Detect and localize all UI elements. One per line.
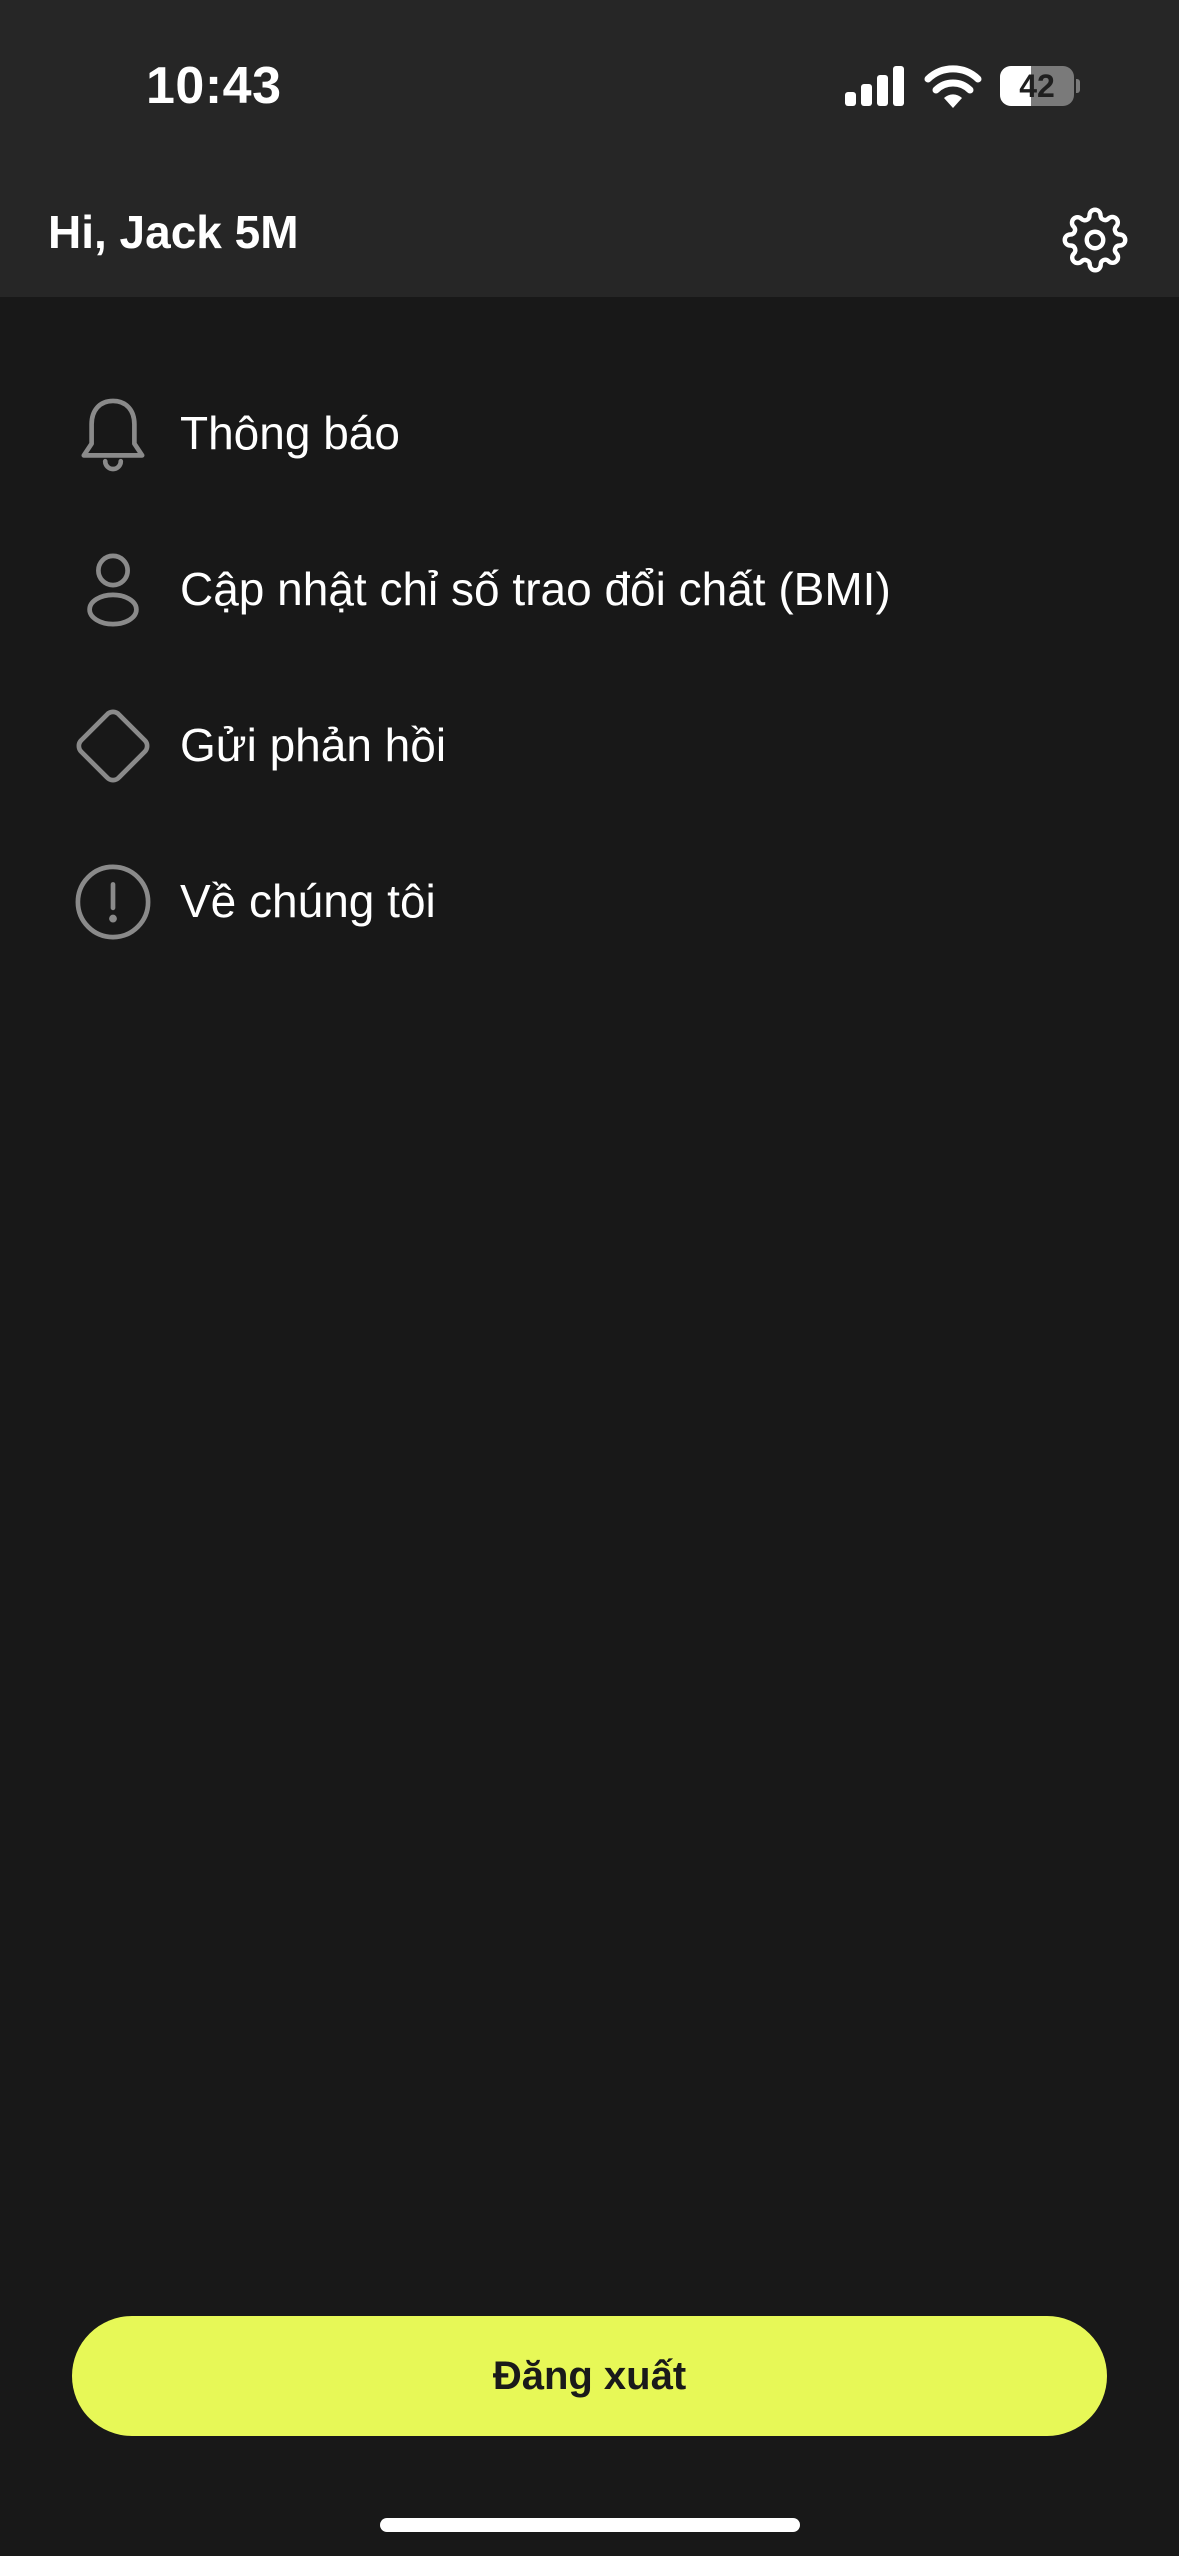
greeting-title: Hi, Jack 5M <box>48 206 299 258</box>
logout-label: Đăng xuất <box>492 2353 687 2398</box>
status-time: 10:43 <box>146 57 282 115</box>
cellular-signal-icon <box>845 66 904 106</box>
settings-button[interactable] <box>1056 201 1134 279</box>
gear-icon <box>1062 207 1128 273</box>
diamond-icon <box>74 707 152 785</box>
top-panel: 10:43 42 Hi, Jack 5M <box>0 0 1179 297</box>
battery-body: 42 <box>1000 66 1074 106</box>
menu-item-notifications[interactable]: Thông báo <box>0 356 1179 512</box>
menu-label-send-feedback: Gửi phản hồi <box>180 719 447 771</box>
info-circle-icon <box>74 863 152 941</box>
menu-item-update-bmi[interactable]: Cập nhật chỉ số trao đổi chất (BMI) <box>0 512 1179 668</box>
menu-label-update-bmi: Cập nhật chỉ số trao đổi chất (BMI) <box>180 563 891 615</box>
battery-tip <box>1076 79 1080 93</box>
menu-item-about-us[interactable]: Về chúng tôi <box>0 824 1179 980</box>
battery-indicator: 42 <box>1000 66 1080 106</box>
battery-level: 42 <box>1019 68 1055 104</box>
user-icon <box>74 551 152 629</box>
logout-button[interactable]: Đăng xuất <box>72 2316 1107 2436</box>
menu-label-notifications: Thông báo <box>180 407 400 459</box>
menu-item-send-feedback[interactable]: Gửi phản hồi <box>0 668 1179 824</box>
wifi-icon <box>924 65 982 108</box>
menu-label-about-us: Về chúng tôi <box>180 875 436 927</box>
settings-menu: Thông báo Cập nhật chỉ số trao đổi chất … <box>0 356 1179 980</box>
header: Hi, Jack 5M <box>0 175 1179 297</box>
status-bar: 10:43 42 <box>0 0 1179 175</box>
bell-icon <box>74 395 152 473</box>
profile-screen: 10:43 42 Hi, Jack 5M Thông báo Cập nhật … <box>0 0 1179 2556</box>
home-indicator[interactable] <box>380 2518 800 2532</box>
